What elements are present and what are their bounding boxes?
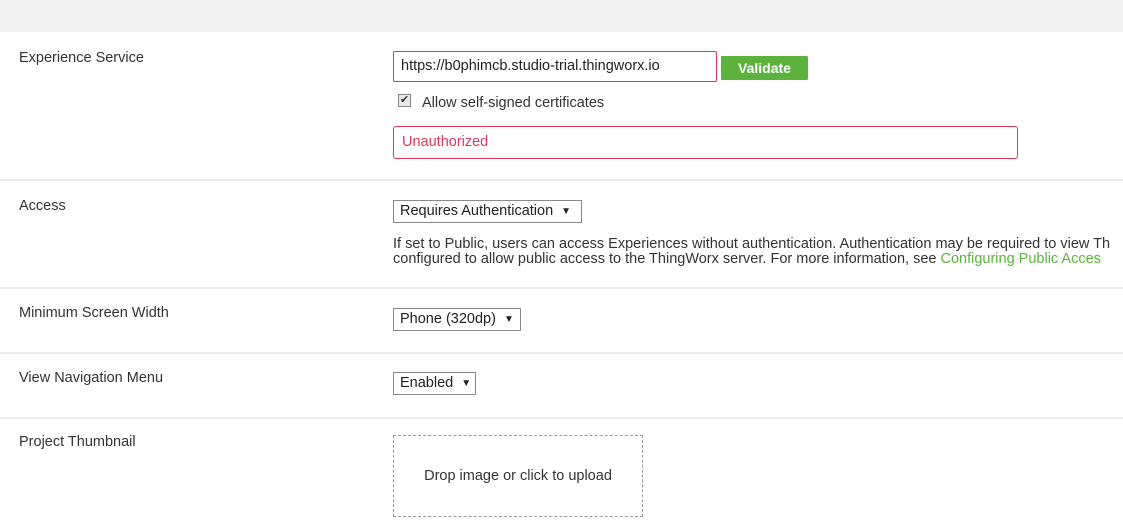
min-screen-width-select[interactable]: Phone (320dp) ▼ <box>393 308 521 331</box>
view-nav-menu-select[interactable]: Enabled ▼ <box>393 372 476 395</box>
dropdown-arrow-icon: ▼ <box>461 378 472 389</box>
validation-error-message: Unauthorized <box>393 126 1018 159</box>
access-selected-value: Requires Authentication <box>400 203 554 219</box>
top-bar <box>0 0 1123 32</box>
validate-button[interactable]: Validate <box>721 56 808 80</box>
min-screen-width-label: Minimum Screen Width <box>19 305 169 321</box>
dropdown-arrow-icon: ▼ <box>503 314 514 325</box>
thumbnail-upload-dropzone[interactable]: Drop image or click to upload <box>393 435 643 517</box>
experience-service-label: Experience Service <box>19 50 144 66</box>
view-nav-menu-row <box>0 354 1123 419</box>
view-nav-menu-selected-value: Enabled <box>400 375 454 391</box>
min-screen-width-row <box>0 289 1123 354</box>
access-help-line2: configured to allow public access to the… <box>393 252 1123 267</box>
access-help-line2-text: configured to allow public access to the… <box>393 251 941 267</box>
access-help-line1: If set to Public, users can access Exper… <box>393 237 1111 252</box>
project-thumbnail-label: Project Thumbnail <box>19 434 136 450</box>
access-row <box>0 181 1123 289</box>
check-icon: ✔ <box>399 94 410 106</box>
access-select[interactable]: Requires Authentication ▼ <box>393 200 582 223</box>
configuring-public-access-link[interactable]: Configuring Public Acces <box>941 251 1101 267</box>
experience-service-url-input[interactable]: https://b0phimcb.studio-trial.thingworx.… <box>393 51 717 82</box>
view-nav-menu-label: View Navigation Menu <box>19 370 164 386</box>
min-screen-width-selected-value: Phone (320dp) <box>400 311 496 327</box>
self-signed-label[interactable]: Allow self-signed certificates <box>422 95 604 111</box>
self-signed-checkbox[interactable]: ✔ <box>398 94 411 107</box>
dropdown-arrow-icon: ▼ <box>561 206 572 217</box>
access-label: Access <box>19 198 66 214</box>
access-help-text: If set to Public, users can access Exper… <box>393 237 1123 267</box>
